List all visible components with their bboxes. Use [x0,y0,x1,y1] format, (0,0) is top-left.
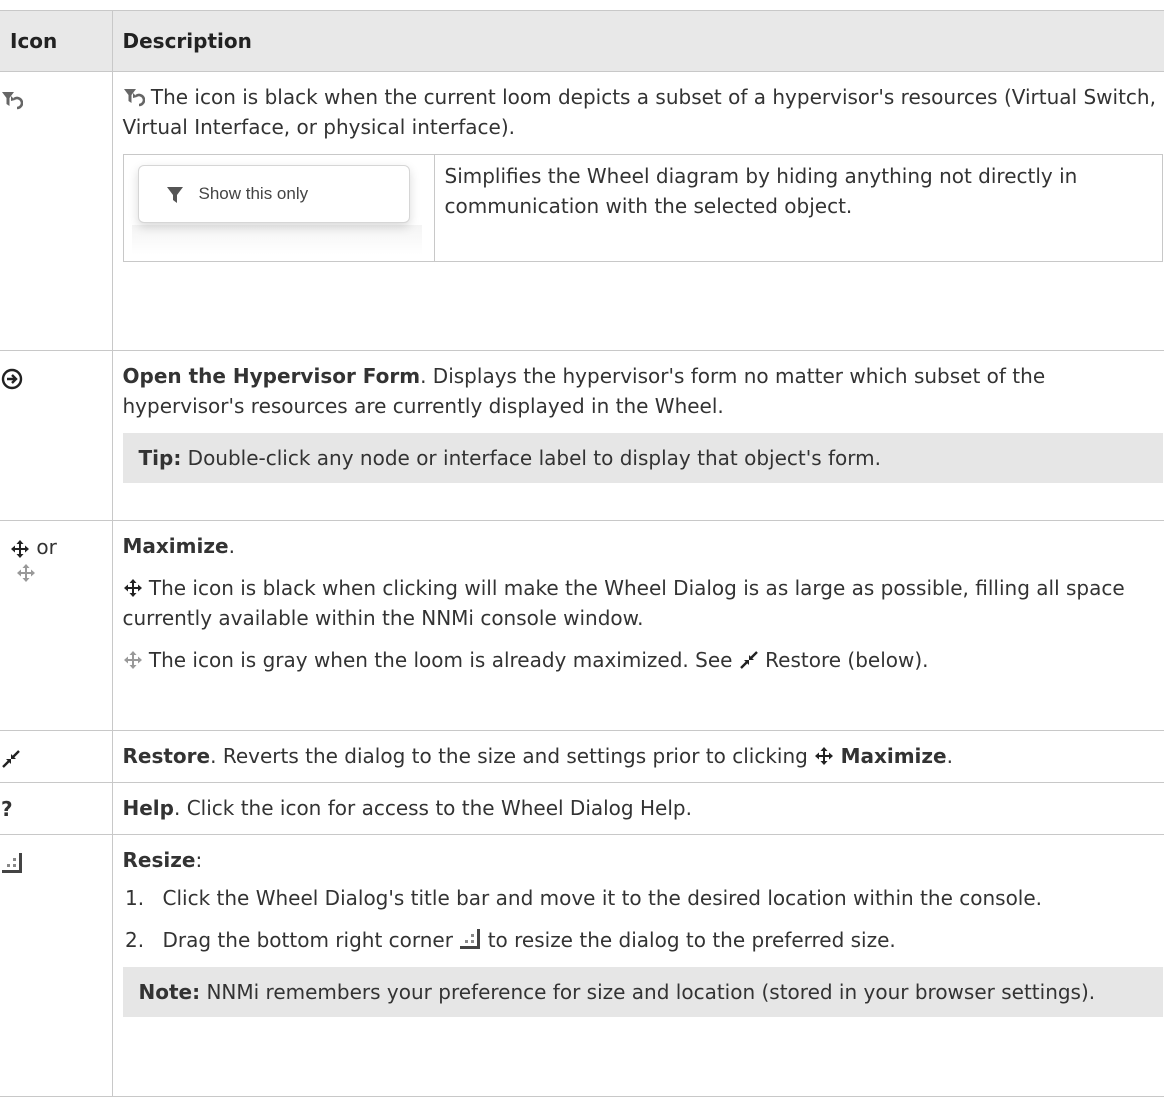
maximize-gray-icon [10,559,36,583]
icon-cell: or [0,521,112,731]
description-cell: Restore. Reverts the dialog to the size … [112,731,1164,783]
button-screenshot: Show this only [123,155,434,262]
filter-description: The icon is black when the current loom … [123,82,1164,142]
filter-undo-icon [123,85,145,109]
table-row: The icon is black when the current loom … [0,72,1164,351]
restore-suffix: . [947,744,953,768]
resize-step-2-text-a: Drag the bottom right corner [163,928,453,952]
resize-step-1: Click the Wheel Dialog's title bar and m… [151,883,1164,913]
icon-cell [0,731,112,783]
tip-label: Tip: [139,446,182,470]
note-text: NNMi remembers your preference for size … [200,980,1095,1004]
resize-step-2: Drag the bottom right corner to resize t… [151,925,1164,955]
show-this-only-label: Show this only [199,179,309,209]
table-row: Restore. Reverts the dialog to the size … [0,731,1164,783]
description-cell: Open the Hypervisor Form. Displays the h… [112,351,1164,521]
restore-icon [739,648,759,672]
maximize-gray-text: The icon is gray when the loom is alread… [149,648,733,672]
resize-steps: Click the Wheel Dialog's title bar and m… [123,883,1164,955]
maximize-gray-text-2: Restore (below). [765,648,928,672]
maximize-gray-icon [123,648,143,672]
restore-text: . Reverts the dialog to the size and set… [210,744,808,768]
description-cell: The icon is black when the current loom … [112,72,1164,351]
help-title: Help [123,796,174,820]
maximize-icon [123,576,143,600]
description-column-header: Description [112,11,1164,72]
icon-cell [0,835,112,1097]
table-row: Open the Hypervisor Form. Displays the h… [0,351,1164,521]
resize-step-2-text-b: to resize the dialog to the preferred si… [488,928,896,952]
maximize-or-text: or [36,535,56,559]
help-text: . Click the icon for access to the Wheel… [174,796,692,820]
note-label: Note: [139,980,201,1004]
description-cell: Help. Click the icon for access to the W… [112,783,1164,835]
icon-column-header: Icon [0,11,112,72]
show-this-only-button: Show this only [138,165,410,223]
maximize-suffix: . [229,534,235,558]
tip-box: Tip: Double-click any node or interface … [123,433,1163,483]
maximize-icon [10,535,30,559]
table-row: Resize: Click the Wheel Dialog's title b… [0,835,1164,1097]
filter-undo-icon [1,86,23,110]
open-form-icon [1,365,23,389]
tip-text: Double-click any node or interface label… [181,446,881,470]
description-cell: Resize: Click the Wheel Dialog's title b… [112,835,1164,1097]
resize-grip-icon [459,928,481,952]
restore-title: Restore [123,744,211,768]
note-box: Note: NNMi remembers your preference for… [123,967,1163,1017]
resize-grip-icon [1,849,23,873]
resize-title: Resize [123,848,196,872]
description-cell: Maximize. The icon is black when clickin… [112,521,1164,731]
maximize-icon [814,744,834,768]
open-form-title: Open the Hypervisor Form [123,364,421,388]
help-icon: ? [1,797,13,821]
filter-text: The icon is black when the current loom … [123,85,1156,139]
icon-cell [0,351,112,521]
icon-cell [0,72,112,351]
resize-suffix: : [195,848,202,872]
icon-cell: ? [0,783,112,835]
restore-icon [1,745,21,769]
button-description: Simplifies the Wheel diagram by hiding a… [434,155,1162,262]
table-row: ? Help. Click the icon for access to the… [0,783,1164,835]
maximize-black-text: The icon is black when clicking will mak… [123,576,1125,630]
table-row: or Maximize. The icon is black when clic… [0,521,1164,731]
table-header-row: Icon Description [0,11,1164,72]
button-example-table: Show this only Simplifies the Wheel diag… [123,154,1163,262]
maximize-title: Maximize [123,534,229,558]
icon-reference-table: Icon Description The icon is black when … [0,10,1164,1097]
filter-icon [167,179,183,209]
restore-maximize-ref: Maximize [841,744,947,768]
